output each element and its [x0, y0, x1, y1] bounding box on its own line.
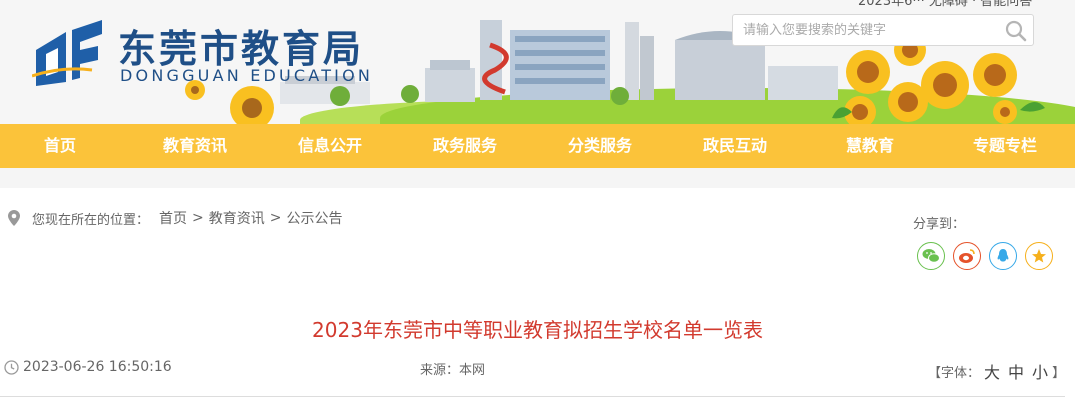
article-title: 2023年东莞市中等职业教育拟招生学校名单一览表 — [312, 318, 763, 342]
top-utility-links[interactable]: 2023年6··· 无障碍 · 智能问答 — [858, 0, 1032, 9]
font-size-control: 【字体： 大 中 小 】 — [928, 359, 1065, 383]
nav-item-info-disclosure[interactable]: 信息公开 — [280, 124, 380, 168]
source-label: 来源： — [420, 363, 460, 378]
nav-item-interaction[interactable]: 政民互动 — [685, 124, 785, 168]
weibo-icon[interactable] — [953, 242, 981, 270]
font-size-medium[interactable]: 中 — [1008, 359, 1024, 383]
font-size-large[interactable]: 大 — [984, 359, 1000, 383]
site-title: 东莞市教育局 — [118, 27, 365, 71]
nav-item-education-news[interactable]: 教育资讯 — [145, 124, 245, 168]
header-banner: 东莞市教育局 DONGGUAN EDUCATION 2023年6··· 无障碍 … — [0, 0, 1075, 124]
nav-item-special-topics[interactable]: 专题专栏 — [955, 124, 1055, 168]
breadcrumb-separator: > — [192, 210, 204, 226]
breadcrumb-prefix: 您现在所在的位置： — [32, 212, 150, 228]
qzone-icon[interactable] — [1025, 242, 1053, 270]
search-input[interactable] — [733, 15, 995, 45]
search-icon[interactable] — [1003, 18, 1029, 44]
page: 东莞市教育局 DONGGUAN EDUCATION 2023年6··· 无障碍 … — [0, 0, 1075, 406]
datetime-text: 2023-06-26 16:50:16 — [23, 359, 172, 375]
nav-item-smart-education[interactable]: 慧教育 — [820, 124, 920, 168]
wechat-icon[interactable] — [917, 242, 945, 270]
logo-icon — [32, 20, 102, 86]
breadcrumb-separator: > — [269, 210, 282, 226]
location-pin-icon — [8, 210, 20, 226]
breadcrumb: 您现在所在的位置： 首页 > 教育资讯 > 公示公告 — [8, 207, 342, 229]
source-value: 本网 — [459, 363, 486, 378]
nav-item-category-services[interactable]: 分类服务 — [550, 124, 650, 168]
publish-datetime: 2023-06-26 16:50:16 — [4, 359, 172, 375]
main-nav: 首页 教育资讯 信息公开 政务服务 分类服务 政民互动 慧教育 专题专栏 — [0, 124, 1075, 168]
article-source: 来源： 本网 — [420, 359, 485, 378]
meta-divider — [0, 396, 1065, 397]
font-size-small[interactable]: 小 — [1032, 359, 1048, 383]
share-label: 分享到： — [913, 217, 966, 232]
clock-icon — [4, 359, 19, 375]
nav-shadow-band — [0, 168, 1075, 188]
qq-icon[interactable] — [989, 242, 1017, 270]
breadcrumb-announcements[interactable]: 公示公告 — [286, 208, 342, 228]
font-size-close: 】 — [1052, 365, 1066, 381]
font-size-label: 【字体： — [928, 365, 981, 381]
nav-item-home[interactable]: 首页 — [10, 124, 110, 168]
nav-item-government-services[interactable]: 政务服务 — [415, 124, 515, 168]
breadcrumb-education-news[interactable]: 教育资讯 — [209, 208, 265, 228]
site-subtitle: DONGGUAN EDUCATION — [120, 66, 374, 85]
breadcrumb-home[interactable]: 首页 — [159, 208, 187, 228]
search-box — [732, 14, 1034, 46]
